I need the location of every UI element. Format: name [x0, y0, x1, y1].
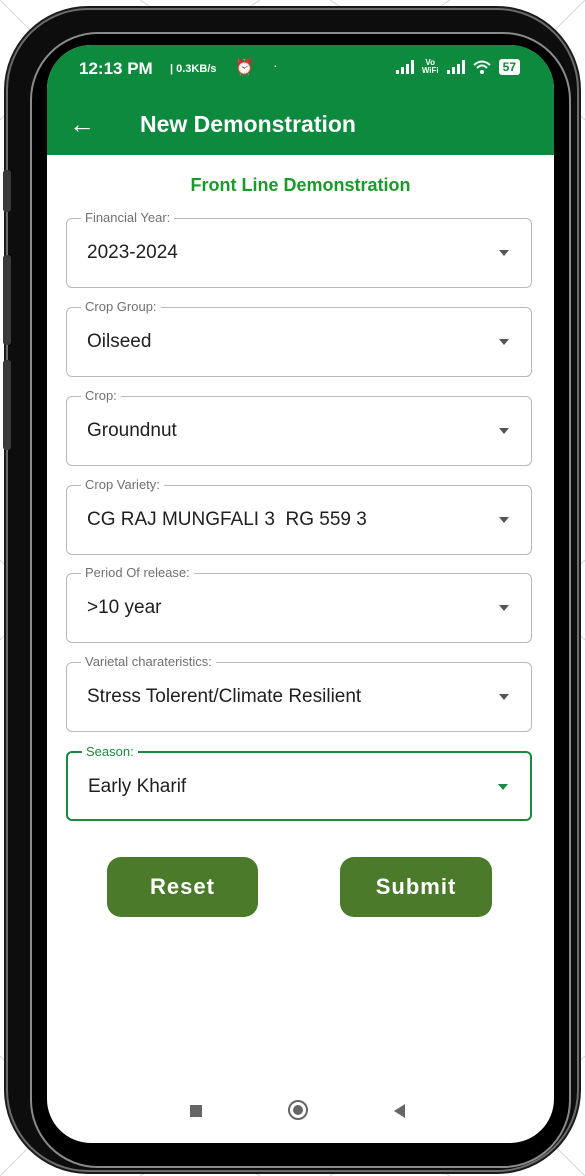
dropdown-arrow-icon — [499, 605, 509, 611]
field-value: 2023-2024 — [87, 242, 178, 263]
dropdown-arrow-icon — [499, 428, 509, 434]
crop-group-dropdown[interactable]: Crop Group: Oilseed — [66, 299, 532, 377]
field-label: Financial Year: — [81, 210, 175, 225]
field-value: Groundnut — [87, 420, 177, 441]
back-arrow-icon[interactable]: ← — [69, 109, 95, 139]
status-bar: 12:13 PM | 0.3KB/s ⏰ · Vo WiFi 57 — [47, 45, 554, 97]
status-right-icons: Vo WiFi 57 — [395, 58, 520, 75]
field-label: Crop Group: — [81, 299, 161, 314]
dropdown-arrow-icon — [499, 339, 509, 345]
status-dot: · — [273, 57, 278, 73]
dropdown-arrow-icon — [499, 517, 509, 523]
dropdown-arrow-icon — [498, 784, 508, 790]
field-label: Varietal charateristics: — [81, 654, 216, 669]
submit-button[interactable]: Submit — [340, 857, 492, 917]
field-label: Crop: — [81, 388, 121, 403]
phone-screen: 12:13 PM | 0.3KB/s ⏰ · Vo WiFi 57 ← New … — [47, 45, 554, 1143]
field-value: >10 year — [87, 597, 162, 618]
status-network-speed: | 0.3KB/s — [170, 63, 217, 75]
page-title: New Demonstration — [140, 111, 356, 137]
nav-back-icon[interactable] — [394, 1104, 405, 1118]
field-value: Early Kharif — [88, 776, 187, 797]
dropdown-arrow-icon — [499, 250, 509, 256]
financial-year-dropdown[interactable]: Financial Year: 2023-2024 — [66, 210, 532, 288]
section-title: Front Line Demonstration — [190, 175, 411, 195]
field-label: Crop Variety: — [81, 477, 164, 492]
app-bar: ← New Demonstration — [47, 97, 554, 155]
varietal-characteristics-dropdown[interactable]: Varietal charateristics: Stress Tolerent… — [66, 654, 532, 732]
volte-icon: Vo WiFi — [421, 58, 439, 75]
season-dropdown[interactable]: Season: Early Kharif — [66, 744, 532, 821]
system-nav-bar — [47, 1085, 554, 1135]
field-value: Oilseed — [87, 331, 152, 352]
field-label: Season: — [82, 744, 138, 759]
wifi-icon — [472, 60, 491, 74]
recent-apps-icon[interactable] — [190, 1105, 202, 1117]
crop-dropdown[interactable]: Crop: Groundnut — [66, 388, 532, 466]
field-label: Period Of release: — [81, 565, 194, 580]
alarm-icon: ⏰ — [235, 59, 254, 76]
reset-button[interactable]: Reset — [107, 857, 258, 917]
home-icon[interactable] — [288, 1100, 308, 1120]
phone-volume-up-button — [3, 255, 11, 345]
phone-volume-down-button — [3, 360, 11, 450]
period-of-release-dropdown[interactable]: Period Of release: >10 year — [66, 565, 532, 643]
phone-side-button-top — [3, 170, 11, 212]
battery-icon: 57 — [498, 59, 520, 75]
crop-variety-dropdown[interactable]: Crop Variety: CG RAJ MUNGFALI 3 RG 559 3 — [66, 477, 532, 555]
field-value: Stress Tolerent/Climate Resilient — [87, 686, 362, 707]
dropdown-arrow-icon — [499, 694, 509, 700]
signal-icon-2 — [446, 60, 465, 74]
status-time: 12:13 PM — [79, 59, 153, 78]
signal-icon — [395, 60, 414, 74]
field-value: CG RAJ MUNGFALI 3 RG 559 3 — [87, 509, 367, 530]
